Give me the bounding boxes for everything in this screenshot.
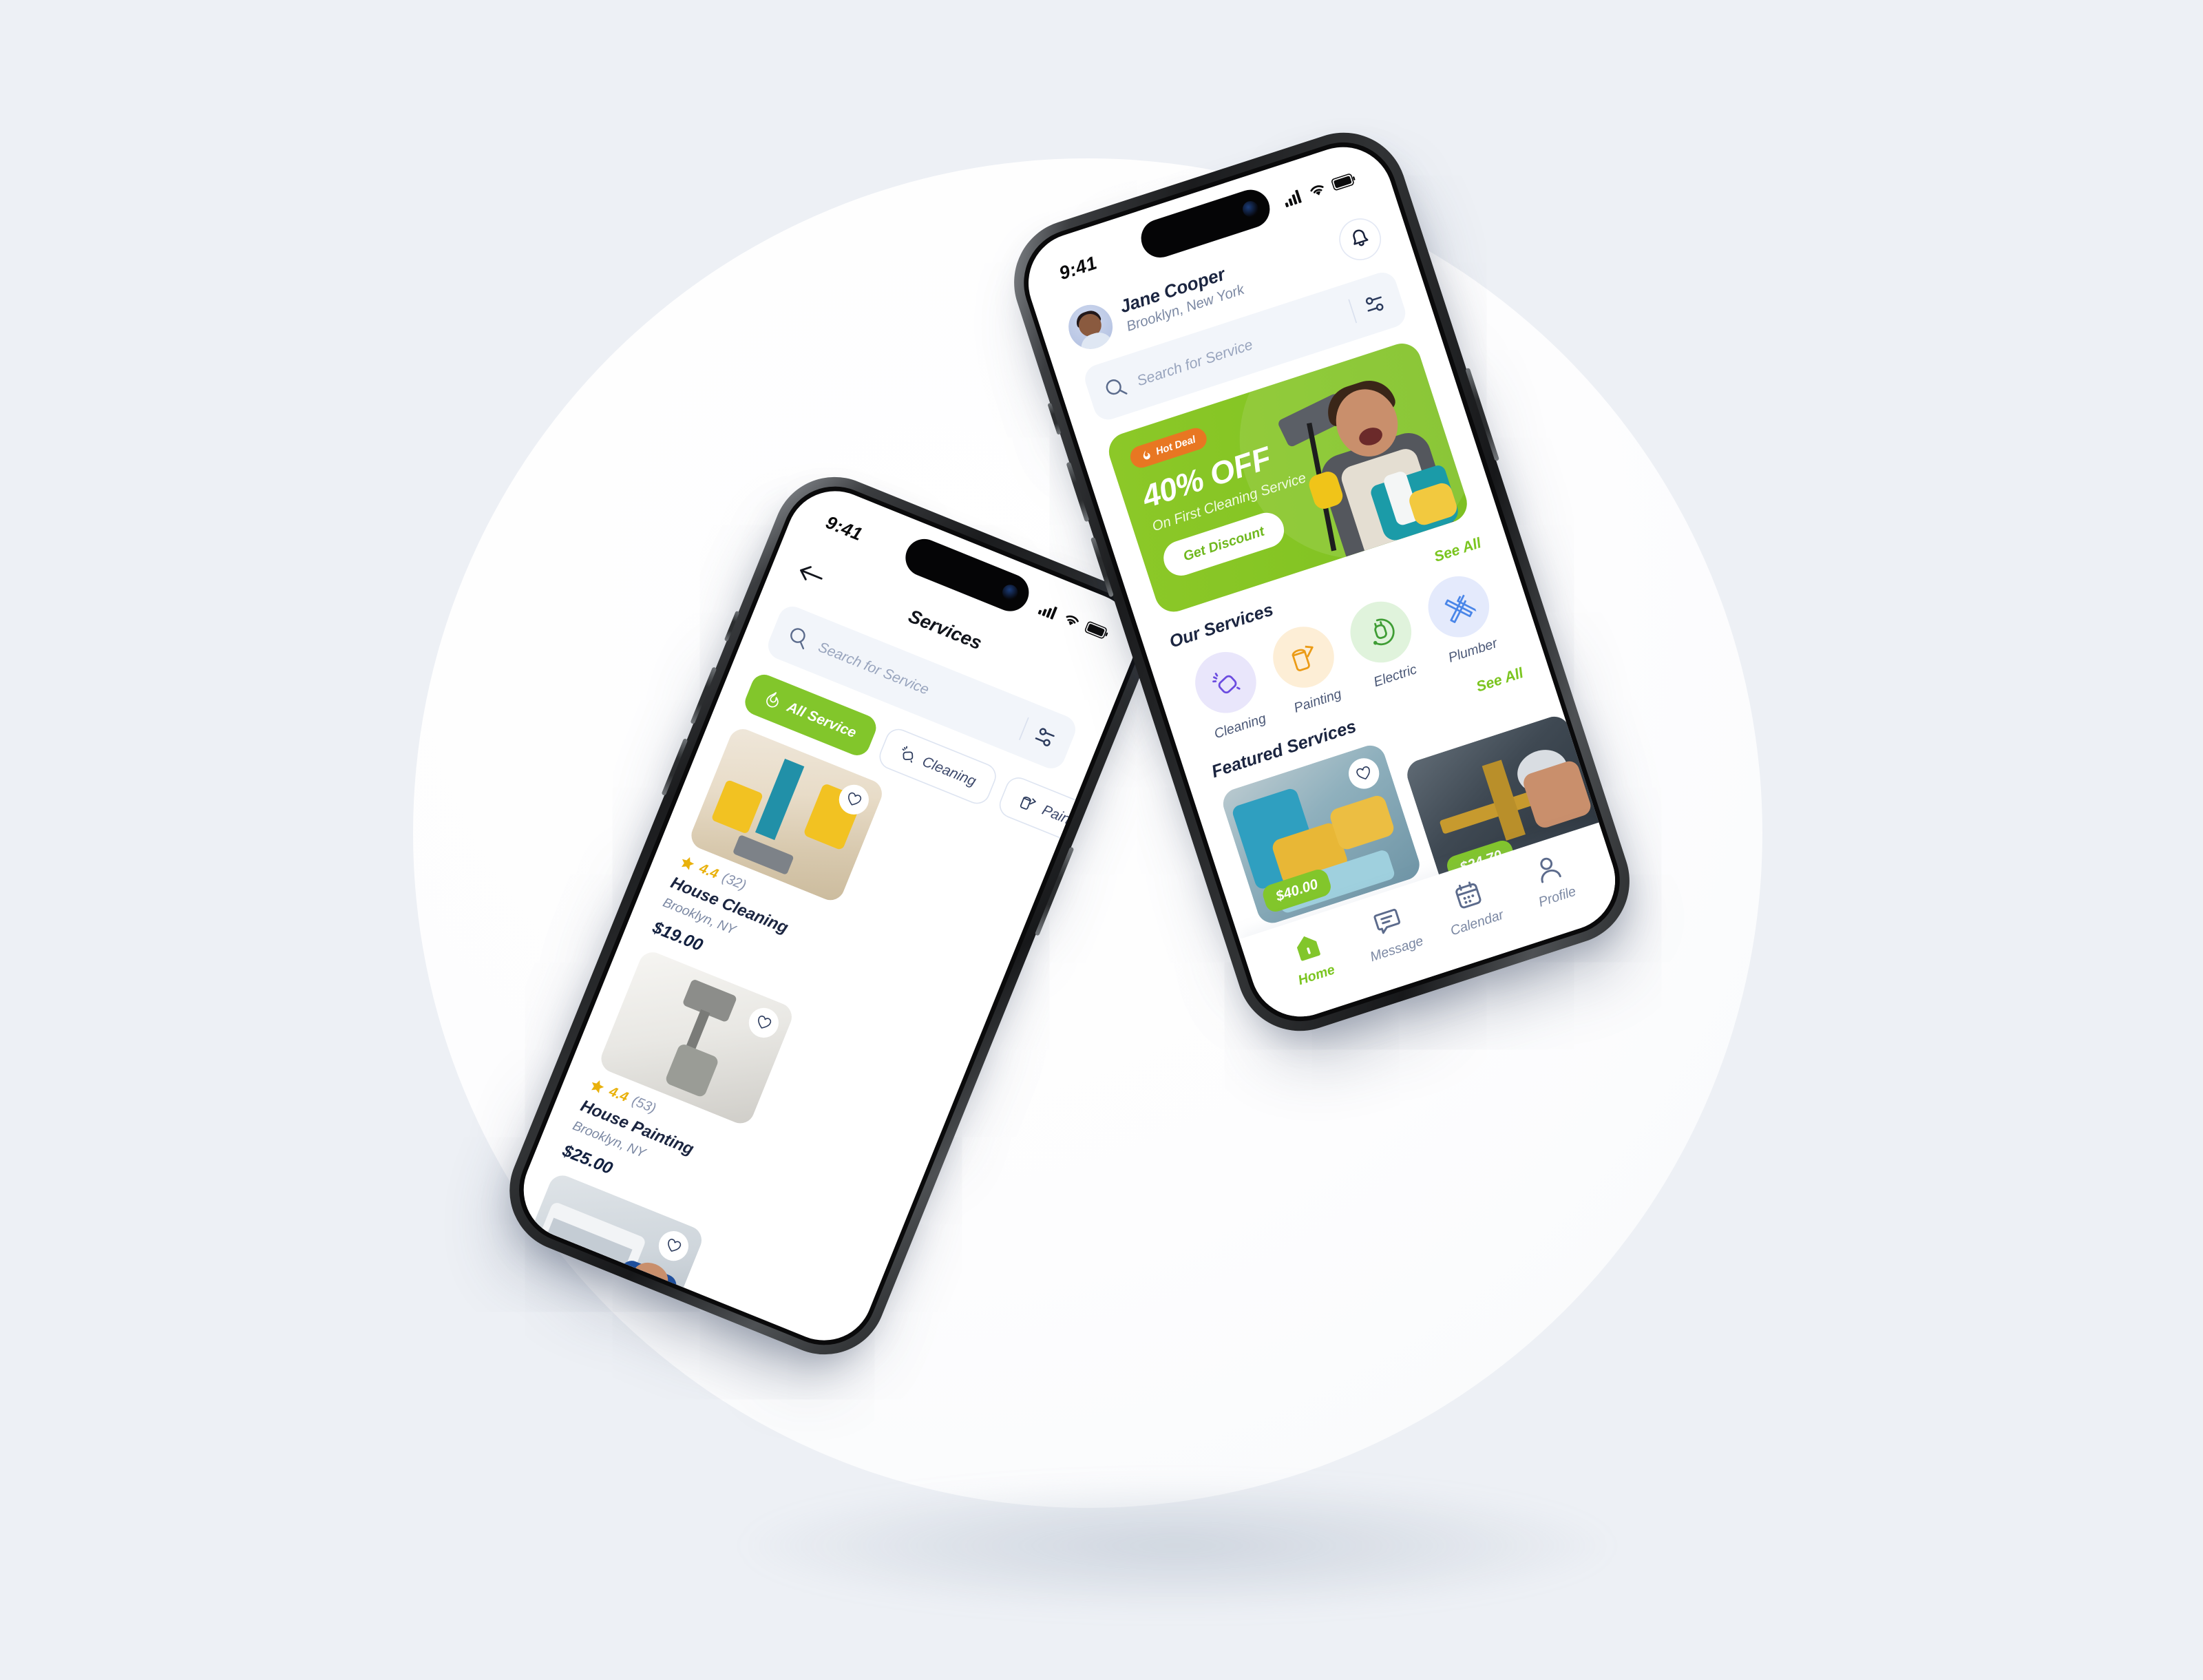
avatar[interactable]: [1062, 299, 1119, 355]
category-label: Cleaning: [1212, 711, 1268, 742]
tab-label: Home: [1296, 962, 1337, 989]
paint-bucket-icon: [1292, 645, 1314, 671]
review-count: (32): [719, 870, 749, 894]
service-card[interactable]: 4.4 (53) House Painting Brooklyn, NY $25…: [560, 947, 797, 1220]
category-label: Plumber: [1446, 636, 1499, 666]
tab-message[interactable]: Message: [1343, 895, 1440, 970]
paint-bucket-icon: [1020, 796, 1036, 810]
wifi-icon: [1066, 615, 1079, 626]
rating-value: 4.4: [516, 1306, 540, 1329]
service-location: Brooklyn, NY: [509, 1341, 637, 1355]
hot-deal-label: Hot Deal: [1154, 433, 1197, 457]
chip-label: Cleaning: [920, 753, 979, 790]
star-icon: [591, 1080, 604, 1093]
phone-drop-shadow: [744, 1480, 1611, 1611]
signal-icon: [1285, 189, 1302, 208]
heart-icon: [847, 792, 862, 806]
heart-icon: [758, 1016, 772, 1029]
category-icon-bg: [1420, 568, 1497, 646]
front-camera-icon: [1000, 582, 1020, 603]
tab-home[interactable]: Home: [1263, 921, 1360, 996]
tab-calendar[interactable]: Calendar: [1424, 869, 1520, 944]
mockup-stage: 9:41 Services Search for Service All Ser…: [0, 0, 2203, 1680]
search-icon: [790, 628, 805, 650]
wrench-tools-icon: [1444, 594, 1477, 623]
status-indicators: [1282, 171, 1357, 208]
chip-label: All Service: [785, 697, 859, 741]
filter-icon: [1035, 728, 1055, 746]
bell-icon: [1353, 229, 1369, 246]
rating-value: 4.4: [697, 860, 721, 882]
wifi-icon: [1310, 185, 1324, 196]
status-time: 9:41: [823, 512, 866, 545]
signal-icon: [1037, 607, 1057, 620]
battery-icon: [1331, 174, 1356, 191]
search-icon: [1106, 379, 1128, 395]
tab-label: Profile: [1537, 883, 1578, 910]
cleaning-spray-icon: [1212, 672, 1241, 694]
tab-label: Message: [1368, 933, 1426, 965]
star-icon: [682, 857, 695, 870]
search-divider: [1348, 299, 1358, 324]
home-icon: [1296, 936, 1320, 961]
status-indicators: [1037, 602, 1110, 641]
category-icon-bg: [1265, 618, 1342, 696]
calendar-icon: [1455, 881, 1482, 909]
review-count: (53): [629, 1093, 659, 1117]
search-divider: [1018, 717, 1029, 740]
heart-icon: [1356, 766, 1370, 780]
plug-icon: [1373, 618, 1395, 646]
category-label: Painting: [1292, 686, 1344, 716]
cleaning-spray-icon: [902, 746, 914, 763]
heart-icon: [668, 1239, 682, 1252]
battery-icon: [1084, 621, 1108, 639]
notification-button[interactable]: [1334, 213, 1387, 266]
tab-label: Calendar: [1448, 907, 1506, 939]
flame-icon: [1143, 450, 1150, 459]
profile-icon: [1540, 857, 1561, 883]
tab-profile[interactable]: Profile: [1504, 843, 1600, 918]
see-all-featured[interactable]: See All: [1474, 664, 1526, 695]
review-count: (52): [539, 1316, 569, 1340]
star-icon: [509, 1303, 514, 1316]
service-card[interactable]: 4.4 (32) House Cleaning Brooklyn, NY $19…: [650, 724, 887, 997]
category-icon-bg: [1187, 644, 1265, 721]
rating-value: 4.4: [607, 1083, 631, 1105]
flame-icon: [766, 692, 779, 708]
message-icon: [1373, 908, 1401, 934]
category-label: Electric: [1371, 661, 1419, 690]
category-icon-bg: [1342, 594, 1420, 671]
see-all-our-services[interactable]: See All: [1432, 534, 1484, 566]
status-time: 9:41: [1056, 251, 1099, 284]
service-name: Ac servicing: [509, 1319, 586, 1356]
front-camera-icon: [1241, 199, 1261, 220]
filter-icon: [1365, 296, 1384, 312]
